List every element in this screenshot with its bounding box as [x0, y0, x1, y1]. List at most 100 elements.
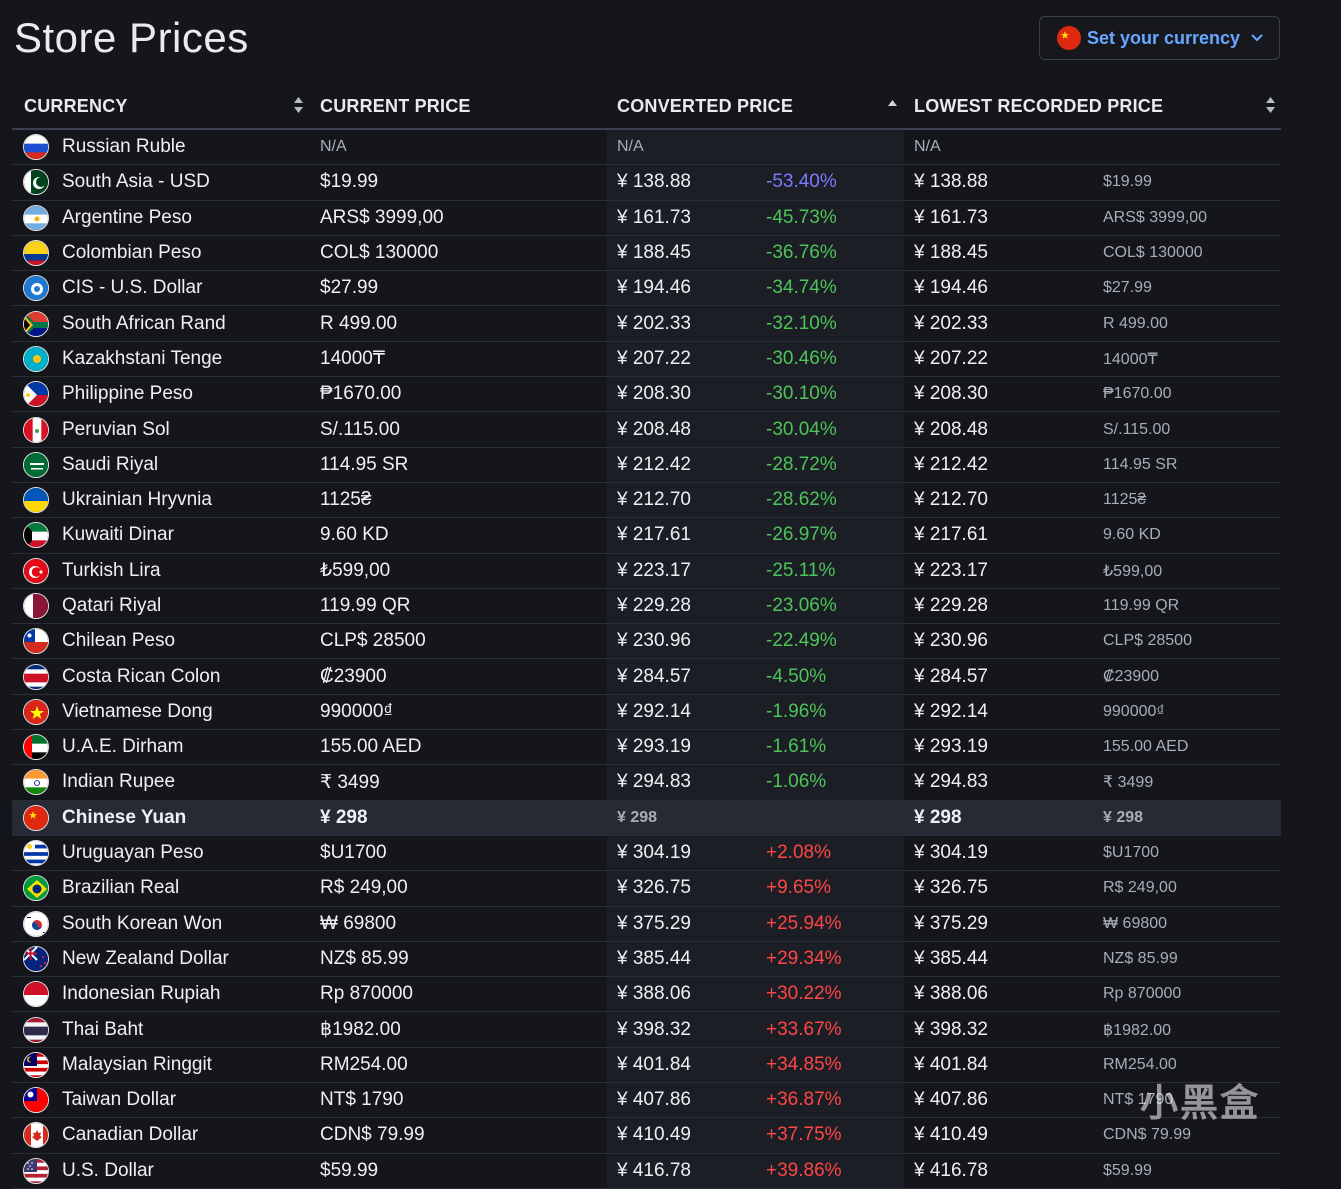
table-row[interactable]: Kazakhstani Tenge 14000₸ ¥ 207.22 -30.46… [12, 342, 1281, 378]
converted-price: ¥ 208.30 [617, 383, 691, 405]
table-row[interactable]: Kuwaiti Dinar 9.60 KD ¥ 217.61 -26.97% ¥… [12, 518, 1281, 554]
lowest-price-original: $59.99 [1103, 1161, 1152, 1179]
page-title: Store Prices [14, 14, 249, 61]
current-price: ₩ 69800 [320, 912, 397, 934]
id-flag-icon [23, 981, 49, 1008]
flag-cell [23, 730, 49, 764]
table-row[interactable]: Uruguayan Peso $U1700 ¥ 304.19 +2.08% ¥ … [12, 836, 1281, 872]
sort-icon[interactable] [293, 96, 304, 119]
currency-name: Costa Rican Colon [62, 665, 221, 687]
price-difference-percent: -1.96% [766, 700, 827, 722]
cis-flag-icon [23, 275, 49, 302]
price-difference-percent: +39.86% [766, 1159, 842, 1181]
price-difference-percent: -30.10% [766, 383, 837, 405]
price-difference-percent: +36.87% [766, 1089, 842, 1111]
sort-icon[interactable] [1265, 96, 1276, 119]
lowest-price-original: 119.99 QR [1103, 597, 1180, 614]
table-row[interactable]: Thai Baht ฿1982.00 ¥ 398.32 +33.67% ¥ 39… [12, 1012, 1281, 1048]
lowest-price: ¥ 208.30 [914, 383, 988, 405]
table-row[interactable]: U.A.E. Dirham 155.00 AED ¥ 293.19 -1.61%… [12, 730, 1281, 766]
kz-flag-icon [23, 345, 49, 372]
table-row[interactable]: Turkish Lira ₺599,00 ¥ 223.17 -25.11% ¥ … [12, 554, 1281, 589]
sa-flag-icon [23, 451, 49, 478]
table-row[interactable]: CIS - U.S. Dollar $27.99 ¥ 194.46 -34.74… [12, 271, 1281, 307]
lowest-price: ¥ 375.29 [914, 912, 988, 934]
current-price: COL$ 130000 [320, 242, 439, 264]
converted-price: ¥ 207.22 [617, 347, 691, 369]
set-currency-label: Set your currency [1087, 27, 1241, 48]
flag-cell [23, 836, 49, 870]
table-row[interactable]: Peruvian Sol S/.115.00 ¥ 208.48 -30.04% … [12, 412, 1281, 448]
current-price: $27.99 [320, 277, 379, 299]
price-difference-percent: -28.72% [766, 453, 837, 475]
table-row[interactable]: Indian Rupee ₹ 3499 ¥ 294.83 -1.06% ¥ 29… [12, 765, 1281, 801]
currency-name: CIS - U.S. Dollar [62, 277, 203, 299]
lowest-price: ¥ 194.46 [914, 277, 988, 299]
flag-cell [23, 1048, 49, 1082]
za-flag-icon [23, 310, 49, 337]
table-row[interactable]: Taiwan Dollar NT$ 1790 ¥ 407.86 +36.87% … [12, 1083, 1281, 1119]
table-row[interactable]: Brazilian Real R$ 249,00 ¥ 326.75 +9.65%… [12, 871, 1281, 907]
converted-price: ¥ 217.61 [617, 524, 691, 546]
table-row[interactable]: Argentine Peso ARS$ 3999,00 ¥ 161.73 -45… [12, 201, 1281, 236]
flag-cell [23, 907, 49, 941]
set-currency-button[interactable]: Set your currency [1039, 16, 1280, 60]
table-row[interactable]: Saudi Riyal 114.95 SR ¥ 212.42 -28.72% ¥… [12, 448, 1281, 483]
table-row[interactable]: Vietnamese Dong 990000₫ ¥ 292.14 -1.96% … [12, 695, 1281, 731]
table-row[interactable]: Canadian Dollar CDN$ 79.99 ¥ 410.49 +37.… [12, 1118, 1281, 1154]
flag-cell [23, 554, 49, 588]
header-currency[interactable]: CURRENCY [24, 84, 128, 128]
header-converted-price[interactable]: CONVERTED PRICE [617, 84, 793, 128]
price-difference-percent: +33.67% [766, 1018, 842, 1040]
flag-cell [23, 483, 49, 517]
flag-cell [23, 412, 49, 446]
table-row[interactable]: South African Rand R 499.00 ¥ 202.33 -32… [12, 306, 1281, 342]
table-row[interactable]: U.S. Dollar $59.99 ¥ 416.78 +39.86% ¥ 41… [12, 1154, 1281, 1189]
kw-flag-icon [23, 522, 49, 549]
current-price: 1125₴ [320, 489, 372, 511]
table-row[interactable]: South Asia - USD $19.99 ¥ 138.88 -53.40%… [12, 165, 1281, 201]
sort-ascending-icon[interactable] [887, 96, 898, 114]
header-current-price[interactable]: CURRENT PRICE [320, 84, 471, 128]
table-row[interactable]: Malaysian Ringgit RM254.00 ¥ 401.84 +34.… [12, 1048, 1281, 1084]
lowest-price-original: 1125₴ [1103, 491, 1147, 509]
flag-cell [23, 342, 49, 376]
table-row[interactable]: Philippine Peso ₱1670.00 ¥ 208.30 -30.10… [12, 377, 1281, 413]
table-row[interactable]: Indonesian Rupiah Rp 870000 ¥ 388.06 +30… [12, 977, 1281, 1013]
my-flag-icon [23, 1051, 49, 1078]
lowest-price: ¥ 161.73 [914, 206, 988, 228]
current-price: NT$ 1790 [320, 1089, 404, 1111]
lowest-price-original: ฿1982.00 [1103, 1021, 1172, 1039]
table-row[interactable]: Qatari Riyal 119.99 QR ¥ 229.28 -23.06% … [12, 589, 1281, 625]
table-row[interactable]: Costa Rican Colon ₡23900 ¥ 284.57 -4.50%… [12, 659, 1281, 695]
flag-cell [23, 130, 49, 164]
current-price: CLP$ 28500 [320, 630, 426, 652]
price-difference-percent: -53.40% [766, 171, 837, 193]
converted-price: N/A [617, 138, 644, 156]
currency-name: Kazakhstani Tenge [62, 347, 223, 369]
lowest-price: ¥ 284.57 [914, 665, 988, 687]
store-prices-table: CURRENCY CURRENT PRICE CONVERTED PRICE L… [12, 84, 1281, 1189]
current-price: N/A [320, 138, 347, 156]
currency-name: Peruvian Sol [62, 418, 170, 440]
table-row[interactable]: Ukrainian Hryvnia 1125₴ ¥ 212.70 -28.62%… [12, 483, 1281, 519]
table-row[interactable]: Chilean Peso CLP$ 28500 ¥ 230.96 -22.49%… [12, 624, 1281, 660]
current-price: CDN$ 79.99 [320, 1124, 425, 1146]
table-row[interactable]: New Zealand Dollar NZ$ 85.99 ¥ 385.44 +2… [12, 942, 1281, 978]
lowest-price-original: ₹ 3499 [1103, 774, 1154, 792]
current-price: 990000₫ [320, 700, 394, 722]
table-row[interactable]: Chinese Yuan ¥ 298 ¥ 298 ¥ 298 ¥ 298 [12, 800, 1281, 836]
table-row[interactable]: Colombian Peso COL$ 130000 ¥ 188.45 -36.… [12, 236, 1281, 272]
lowest-price-original: ₩ 69800 [1103, 914, 1168, 932]
currency-name: Taiwan Dollar [62, 1089, 177, 1111]
table-row[interactable]: Russian Ruble N/A N/A N/A [12, 130, 1281, 166]
flag-cell [23, 977, 49, 1011]
table-row[interactable]: South Korean Won ₩ 69800 ¥ 375.29 +25.94… [12, 907, 1281, 942]
converted-price: ¥ 188.45 [617, 242, 691, 264]
converted-price: ¥ 292.14 [617, 700, 691, 722]
currency-name: Canadian Dollar [62, 1124, 199, 1146]
current-price: R 499.00 [320, 312, 398, 334]
currency-name: Indonesian Rupiah [62, 983, 221, 1005]
header-lowest-price[interactable]: LOWEST RECORDED PRICE [914, 84, 1163, 128]
flag-cell [23, 1083, 49, 1117]
